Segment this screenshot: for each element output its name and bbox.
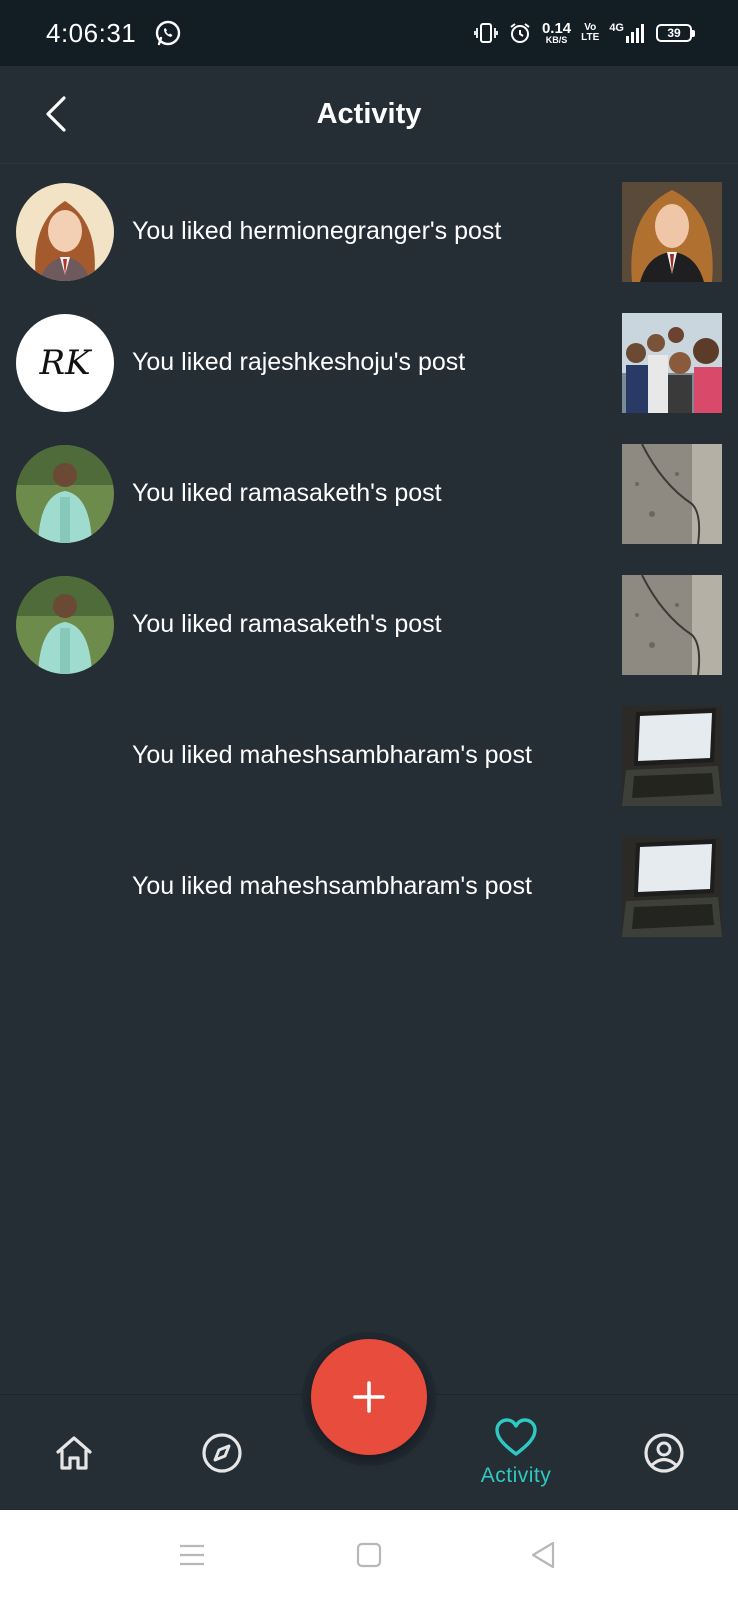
recent-apps-button[interactable] xyxy=(152,1510,232,1600)
post-thumbnail[interactable] xyxy=(622,574,722,675)
nav-explore[interactable] xyxy=(162,1395,282,1511)
chevron-left-icon xyxy=(46,96,66,132)
system-nav-bar xyxy=(0,1510,738,1600)
avatar-hermione[interactable] xyxy=(16,182,114,281)
battery-level: 39 xyxy=(667,26,681,40)
alarm-icon xyxy=(510,23,530,43)
activity-item[interactable]: You liked ramasaketh's post xyxy=(0,559,738,690)
post-thumbnail[interactable] xyxy=(622,312,722,413)
activity-item[interactable]: You liked ramasaketh's post xyxy=(0,428,738,559)
plus-icon xyxy=(353,1381,385,1413)
home-system-button[interactable] xyxy=(329,1510,409,1600)
avatar-ramasaketh[interactable] xyxy=(16,575,114,674)
add-post-button[interactable] xyxy=(311,1339,427,1455)
nav-profile[interactable] xyxy=(604,1395,724,1511)
post-thumbnail[interactable] xyxy=(622,836,722,937)
back-button[interactable] xyxy=(34,92,78,136)
status-time: 4:06:31 xyxy=(46,17,137,48)
home-icon xyxy=(56,1436,92,1470)
avatar-rk-logo[interactable]: RK xyxy=(16,313,114,412)
back-system-button[interactable] xyxy=(503,1510,583,1600)
menu-lines-icon xyxy=(180,1544,204,1566)
status-bar: 4:06:31 0.14 KB/S Vo LTE 4G 39 xyxy=(0,0,738,66)
heart-icon xyxy=(495,1418,537,1456)
signal-indicator: 4G xyxy=(609,23,646,43)
battery-icon: 39 xyxy=(656,24,695,42)
activity-text: You liked ramasaketh's post xyxy=(132,479,442,507)
activity-item[interactable]: You liked maheshsambharam's post xyxy=(0,690,738,821)
activity-text: You liked hermionegranger's post xyxy=(132,217,502,245)
compass-icon xyxy=(202,1433,242,1473)
avatar-ramasaketh[interactable] xyxy=(16,444,114,543)
activity-item[interactable]: You liked hermionegranger's post xyxy=(0,166,738,297)
svg-text:RK: RK xyxy=(39,343,94,383)
network-speed: 0.14 KB/S xyxy=(542,21,571,45)
activity-list: You liked hermionegranger's post RK You … xyxy=(0,166,738,952)
activity-item[interactable]: RK You liked rajeshkeshoju's post xyxy=(0,297,738,428)
volte-bottom: LTE xyxy=(581,32,600,43)
app-header: Activity xyxy=(0,66,738,164)
network-type: 4G xyxy=(609,22,624,34)
profile-icon xyxy=(644,1433,684,1473)
post-thumbnail[interactable] xyxy=(622,443,722,544)
post-thumbnail[interactable] xyxy=(622,181,722,282)
activity-item[interactable]: You liked maheshsambharam's post xyxy=(0,821,738,952)
speed-unit: KB/S xyxy=(545,35,568,45)
status-icons: 0.14 KB/S Vo LTE 4G 39 xyxy=(474,21,695,45)
triangle-back-icon xyxy=(531,1541,555,1569)
activity-text: You liked rajeshkeshoju's post xyxy=(132,348,466,376)
speed-value: 0.14 xyxy=(541,20,572,37)
post-thumbnail[interactable] xyxy=(622,705,722,806)
volte-indicator: Vo LTE xyxy=(581,23,599,43)
vibrate-icon xyxy=(474,23,498,43)
activity-text: You liked maheshsambharam's post xyxy=(132,872,532,900)
nav-home[interactable] xyxy=(14,1395,134,1511)
square-icon xyxy=(356,1542,382,1568)
activity-screen: 4:06:31 0.14 KB/S Vo LTE 4G 39 Activity … xyxy=(0,0,738,1600)
page-title: Activity xyxy=(316,98,422,130)
signal-bars-icon xyxy=(626,24,644,43)
activity-text: You liked ramasaketh's post xyxy=(132,610,442,638)
nav-activity[interactable]: Activity xyxy=(456,1395,576,1511)
nav-activity-label: Activity xyxy=(480,1464,552,1487)
whatsapp-icon xyxy=(156,20,181,46)
activity-text: You liked maheshsambharam's post xyxy=(132,741,532,769)
